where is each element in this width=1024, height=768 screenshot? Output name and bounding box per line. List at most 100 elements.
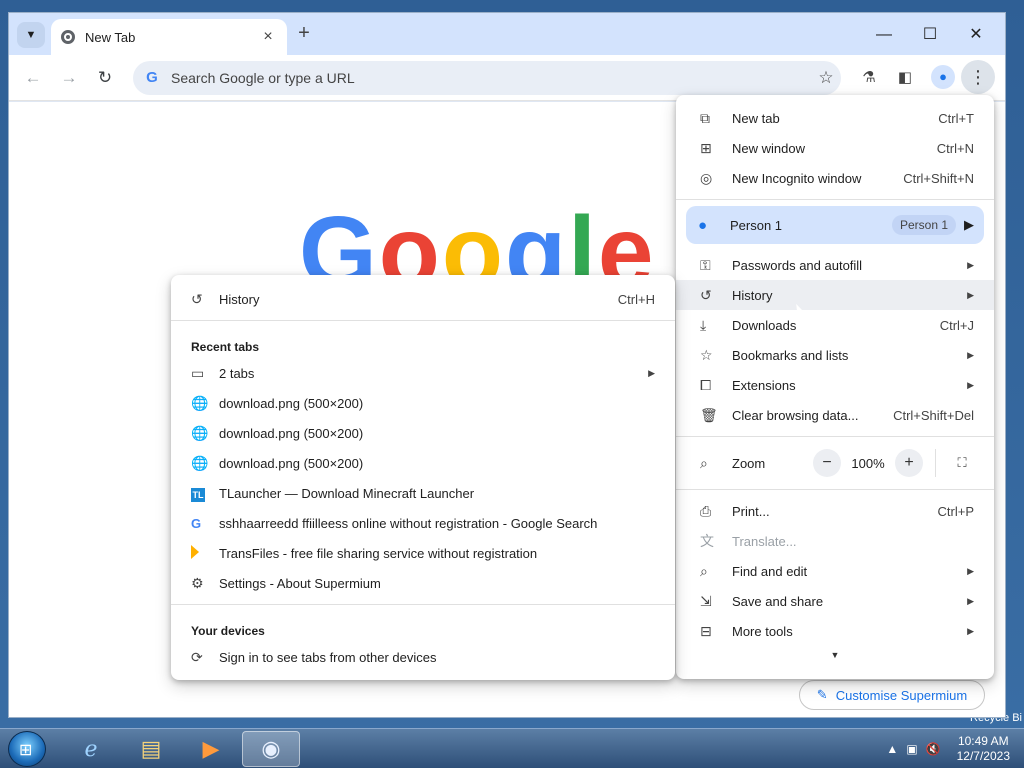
recent-tab-item[interactable]: ⚙ Settings - About Supermium [171, 568, 675, 598]
tab-search-button[interactable]: ▼ [17, 22, 45, 48]
menu-item-label: New Incognito window [732, 170, 862, 186]
menu-item-label: History [732, 287, 773, 303]
omnibox-placeholder[interactable]: Search Google or type a URL [171, 70, 811, 86]
zoom-divider [935, 449, 936, 477]
maximize-button[interactable]: ☐ [907, 21, 953, 49]
clock[interactable]: 10:49 AM 12/7/2023 [957, 734, 1010, 764]
zoom-out-button[interactable]: − [813, 449, 841, 477]
media-player-icon[interactable]: ▶ [182, 731, 240, 767]
translate-icon: 文 [700, 533, 714, 549]
recent-tab-label: download.png (500×200) [219, 455, 364, 471]
sign-in-devices-item[interactable]: ⟳ Sign in to see tabs from other devices [171, 642, 675, 672]
new-tab-icon: ⧉ [700, 109, 710, 126]
chevron-down-icon: ▼ [25, 29, 37, 41]
history-icon: ↺ [700, 286, 712, 303]
forward-button[interactable]: → [57, 66, 81, 90]
menu-separator [171, 320, 675, 321]
menu-item-new-tab[interactable]: ⧉ New tab Ctrl+T [676, 103, 994, 133]
menu-item-zoom: ⌕ Zoom − 100% + ⛶ [676, 443, 994, 483]
menu-item-clear-data[interactable]: 🗑 Clear browsing data... Ctrl+Shift+Del [676, 400, 994, 430]
main-menu: ⧉ New tab Ctrl+T ⊞ New window Ctrl+N ◎ N… [676, 95, 994, 679]
recent-tab-item[interactable]: TransFiles - free file sharing service w… [171, 538, 675, 568]
more-menu-button[interactable]: ⋮ [961, 60, 995, 94]
volume-muted-icon[interactable]: 🔇 [926, 742, 941, 756]
zoom-icon: ⌕ [700, 454, 708, 471]
history-submenu: ↺ History Ctrl+H Recent tabs ▭ 2 tabs ▶ … [171, 275, 675, 680]
pencil-icon: ✎ [816, 687, 828, 702]
menu-item-bookmarks[interactable]: ☆ Bookmarks and lists ▶ [676, 340, 994, 370]
recent-tab-item[interactable]: TL TLauncher — Download Minecraft Launch… [171, 478, 675, 508]
gear-icon: ⚙ [191, 574, 204, 591]
extension-icon: ⧠ [700, 376, 712, 393]
back-button[interactable]: ← [21, 66, 45, 90]
print-icon: ⎙ [700, 502, 712, 519]
start-button[interactable]: ⊞ [8, 731, 46, 767]
clock-date: 12/7/2023 [956, 749, 1010, 763]
file-explorer-icon[interactable]: ▤ [122, 731, 180, 767]
key-icon: ⚿ [700, 256, 711, 273]
network-icon[interactable]: ▣ [906, 742, 917, 756]
recent-tab-label: download.png (500×200) [219, 425, 364, 441]
labs-flask-icon[interactable]: ⚗ [857, 66, 881, 90]
transfiles-icon [191, 544, 219, 562]
menu-item-label: Print... [732, 503, 770, 519]
menu-item-person[interactable]: ● Person 1 Person 1 ▶ [686, 206, 984, 244]
menu-item-more-tools[interactable]: ⊟ More tools ▶ [676, 616, 994, 646]
side-panel-icon[interactable]: ◧ [893, 66, 917, 90]
show-hidden-icons-icon[interactable]: ▲ [886, 742, 898, 756]
menu-item-new-incognito[interactable]: ◎ New Incognito window Ctrl+Shift+N [676, 163, 994, 193]
menu-item-label: New tab [732, 110, 780, 126]
doodle-letter: o [441, 202, 505, 282]
minimize-button[interactable]: — [861, 21, 907, 49]
customise-button[interactable]: ✎ Customise Supermium [799, 680, 985, 710]
menu-item-label: Downloads [732, 317, 797, 333]
recent-tab-item[interactable]: 🌐 download.png (500×200) [171, 388, 675, 418]
browser-taskbar-icon[interactable]: ◉ [242, 731, 300, 767]
chevron-right-icon: ▶ [964, 217, 974, 232]
recent-tab-item[interactable]: G sshhaarreedd ffiilleess online without… [171, 508, 675, 538]
new-tab-button[interactable]: + [293, 23, 315, 45]
chevron-right-icon: ▶ [967, 289, 974, 300]
close-icon[interactable]: × [259, 28, 277, 46]
submenu-item-history[interactable]: ↺ History Ctrl+H [171, 284, 675, 314]
fullscreen-icon[interactable]: ⛶ [948, 449, 976, 477]
menu-separator [676, 489, 994, 490]
menu-item-print[interactable]: ⎙ Print... Ctrl+P [676, 496, 994, 526]
windows-logo-icon: ⊞ [19, 742, 33, 759]
profile-avatar-button[interactable]: ● [931, 65, 955, 89]
save-icon: ⇲ [700, 592, 712, 609]
zoom-label: Zoom [732, 455, 766, 471]
bookmark-star-icon[interactable]: ☆ [811, 68, 841, 88]
recent-tab-label: TransFiles - free file sharing service w… [219, 545, 538, 561]
chrome-icon [61, 30, 75, 44]
recent-tab-label: 2 tabs [219, 365, 255, 381]
tab-new-tab[interactable]: New Tab × [51, 19, 287, 55]
menu-item-save-share[interactable]: ⇲ Save and share ▶ [676, 586, 994, 616]
close-window-button[interactable]: ✕ [953, 21, 999, 49]
chevron-right-icon: ▶ [967, 349, 974, 360]
internet-explorer-icon[interactable]: ℯ [62, 731, 120, 767]
menu-separator [676, 199, 994, 200]
recent-tab-item[interactable]: 🌐 download.png (500×200) [171, 418, 675, 448]
toolbox-icon: ⊟ [700, 622, 712, 639]
recent-tab-item[interactable]: ▭ 2 tabs ▶ [171, 358, 675, 388]
menu-item-find-edit[interactable]: ⌕ Find and edit ▶ [676, 556, 994, 586]
google-doodle[interactable]: Google [299, 202, 699, 282]
reload-button[interactable]: ↻ [93, 66, 117, 90]
menu-item-passwords[interactable]: ⚿ Passwords and autofill ▶ [676, 250, 994, 280]
omnibox[interactable]: G Search Google or type a URL ☆ [133, 61, 841, 95]
google-icon: G [146, 69, 158, 86]
menu-item-new-window[interactable]: ⊞ New window Ctrl+N [676, 133, 994, 163]
zoom-in-button[interactable]: + [895, 449, 923, 477]
recent-tab-item[interactable]: 🌐 download.png (500×200) [171, 448, 675, 478]
chevron-right-icon: ▶ [967, 259, 974, 270]
doodle-letter: o [378, 202, 442, 282]
menu-item-extensions[interactable]: ⧠ Extensions ▶ [676, 370, 994, 400]
menu-item-downloads[interactable]: ⤓ Downloads Ctrl+J [676, 310, 994, 340]
recent-tab-label: download.png (500×200) [219, 395, 364, 411]
scroll-down-icon[interactable]: ▼ [676, 650, 994, 660]
system-tray: ▲ ▣ 🔇 10:49 AM 12/7/2023 [886, 733, 1010, 765]
tab-strip: ▼ New Tab × + — ☐ ✕ [9, 13, 1005, 55]
menu-item-history[interactable]: ↺ History ▶ [676, 280, 994, 310]
menu-separator [171, 604, 675, 605]
